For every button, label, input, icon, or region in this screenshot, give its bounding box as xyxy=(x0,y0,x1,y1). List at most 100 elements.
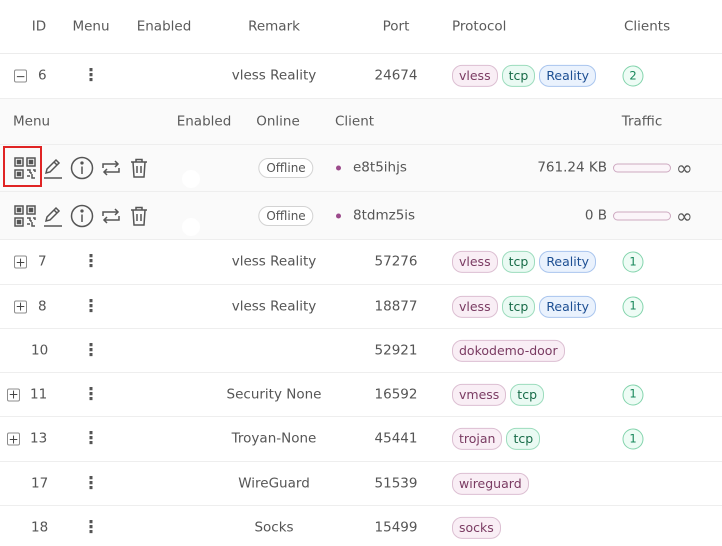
more-vertical-icon[interactable]: ⋮ xyxy=(83,67,100,85)
inbound-port: 15499 xyxy=(374,519,418,536)
inbound-row: 18 ⋮ Socks 15499 socks xyxy=(0,506,722,546)
protocol-tag: tcp xyxy=(506,427,541,451)
delete-icon[interactable] xyxy=(128,157,150,179)
protocol-tags: vless tcp Reality xyxy=(452,250,597,274)
clients-count-badge[interactable]: 1 xyxy=(622,251,644,273)
client-row: Offline e8t5ihjs 761.24 KB ∞ xyxy=(0,145,722,192)
info-circle-icon[interactable] xyxy=(70,204,94,228)
client-actions xyxy=(14,204,150,228)
inbound-remark: WireGuard xyxy=(238,474,310,491)
traffic-progress-bar xyxy=(613,163,671,173)
inbound-remark: vless Reality xyxy=(231,297,317,314)
traffic-limit: ∞ xyxy=(676,156,693,180)
inbound-id: 11 xyxy=(30,385,48,402)
protocol-tag: Reality xyxy=(539,295,597,318)
delete-icon[interactable] xyxy=(128,205,150,227)
edit-icon[interactable] xyxy=(42,157,64,179)
inbound-port: 24674 xyxy=(374,67,418,84)
inbound-id: 7 xyxy=(38,253,47,270)
protocol-tag: vless xyxy=(452,250,498,274)
expand-row-icon[interactable]: + xyxy=(7,432,20,446)
client-status-dot xyxy=(336,165,341,171)
inbound-port: 51539 xyxy=(374,474,418,491)
col-enabled[interactable]: Enabled xyxy=(137,19,192,34)
collapse-row-icon[interactable]: − xyxy=(14,69,27,83)
retweet-icon[interactable] xyxy=(100,157,122,179)
protocol-tag: wireguard xyxy=(452,472,529,495)
protocol-tags: dokodemo-door xyxy=(452,339,565,362)
client-traffic: 761.24 KB xyxy=(537,159,607,176)
protocol-tags: trojan tcp xyxy=(452,427,541,451)
protocol-tag: tcp xyxy=(501,250,536,274)
protocol-tags: socks xyxy=(452,516,501,540)
col-protocol[interactable]: Protocol xyxy=(452,19,506,34)
protocol-tags: vmess tcp xyxy=(452,383,545,406)
client-traffic: 0 B xyxy=(584,206,607,223)
qrcode-icon[interactable] xyxy=(14,204,36,227)
protocol-tag: vless xyxy=(452,295,498,318)
expand-row-icon[interactable]: + xyxy=(7,388,20,401)
protocol-tag: dokodemo-door xyxy=(452,339,565,362)
col-remark[interactable]: Remark xyxy=(248,19,300,34)
inbound-id: 18 xyxy=(31,519,49,536)
inbound-port: 18877 xyxy=(374,297,418,314)
clients-count-badge[interactable]: 1 xyxy=(622,384,644,405)
sub-col-menu: Menu xyxy=(13,112,51,129)
highlight-box xyxy=(3,146,42,187)
inbound-row: +11 ⋮ Security None 16592 vmess tcp 1 xyxy=(0,373,722,417)
info-circle-icon[interactable] xyxy=(70,156,94,180)
online-status-badge: Offline xyxy=(258,158,314,178)
retweet-icon[interactable] xyxy=(100,205,122,227)
clients-count-badge[interactable]: 1 xyxy=(622,296,644,317)
expand-row-icon[interactable]: + xyxy=(14,300,27,313)
protocol-tags: vless tcp Reality xyxy=(452,64,597,88)
clients-subheader: Menu Enabled Online Client Traffic xyxy=(0,99,722,145)
more-vertical-icon[interactable]: ⋮ xyxy=(83,253,100,271)
inbound-remark: Troyan-None xyxy=(231,430,317,447)
clients-count-badge[interactable]: 2 xyxy=(622,65,644,87)
expand-row-icon[interactable]: + xyxy=(14,255,27,269)
traffic-progress-bar xyxy=(613,211,671,220)
protocol-tag: vless xyxy=(452,64,498,88)
client-status-dot xyxy=(336,213,341,218)
sub-col-online: Online xyxy=(256,112,300,129)
more-vertical-icon[interactable]: ⋮ xyxy=(83,475,100,492)
protocol-tag: Reality xyxy=(539,250,597,274)
client-row: Offline 8tdmz5is 0 B ∞ xyxy=(0,192,722,240)
inbound-id: 13 xyxy=(30,430,48,447)
col-id[interactable]: ID xyxy=(32,19,46,34)
inbound-row: 10 ⋮ 52921 dokodemo-door xyxy=(0,329,722,373)
edit-icon[interactable] xyxy=(42,205,64,227)
inbound-row: 17 ⋮ WireGuard 51539 wireguard xyxy=(0,462,722,506)
col-port[interactable]: Port xyxy=(383,19,410,34)
protocol-tags: vless tcp Reality xyxy=(452,295,597,318)
sub-col-traffic: Traffic xyxy=(621,112,663,129)
table-header: ID Menu Enabled Remark Port Protocol Cli… xyxy=(0,0,722,54)
protocol-tag: tcp xyxy=(501,295,536,318)
inbound-id: 8 xyxy=(38,297,47,314)
more-vertical-icon[interactable]: ⋮ xyxy=(83,298,100,315)
traffic-limit: ∞ xyxy=(676,203,693,228)
inbound-row: +13 ⋮ Troyan-None 45441 trojan tcp 1 xyxy=(0,417,722,462)
inbound-row: +8 ⋮ vless Reality 18877 vless tcp Reality 1 xyxy=(0,285,722,329)
inbound-remark: vless Reality xyxy=(231,67,317,84)
more-vertical-icon[interactable]: ⋮ xyxy=(83,430,100,448)
more-vertical-icon[interactable]: ⋮ xyxy=(83,386,100,403)
more-vertical-icon[interactable]: ⋮ xyxy=(83,342,100,359)
inbound-remark: vless Reality xyxy=(231,253,317,270)
inbound-row: −6 ⋮ vless Reality 24674 vless tcp Reality 2 xyxy=(0,54,722,99)
client-email: 8tdmz5is xyxy=(353,206,416,223)
protocol-tag: tcp xyxy=(510,383,545,406)
inbound-port: 57276 xyxy=(374,253,418,270)
protocol-tag: Reality xyxy=(539,64,597,88)
col-clients[interactable]: Clients xyxy=(624,19,670,34)
protocol-tag: socks xyxy=(452,516,501,540)
more-vertical-icon[interactable]: ⋮ xyxy=(83,519,100,537)
protocol-tag: trojan xyxy=(452,427,503,451)
protocol-tag: tcp xyxy=(501,64,536,88)
inbound-remark: Socks xyxy=(254,519,294,536)
col-menu: Menu xyxy=(72,17,110,34)
clients-count-badge[interactable]: 1 xyxy=(622,428,644,450)
client-email: e8t5ihjs xyxy=(353,159,407,176)
inbound-port: 16592 xyxy=(374,385,418,402)
